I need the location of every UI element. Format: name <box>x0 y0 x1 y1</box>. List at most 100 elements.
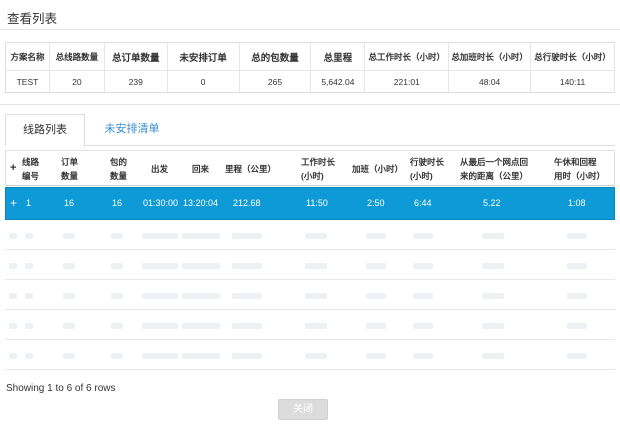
tab-bar: 线路列表 未安排清单 <box>5 114 615 147</box>
table-row[interactable] <box>5 220 615 250</box>
cell-return-distance: 5.22 <box>483 198 501 208</box>
placeholder-cell <box>25 293 33 299</box>
col-overtime: 加班（小时） <box>352 164 404 174</box>
summary-total-drive-hours: 140:11 <box>530 70 615 93</box>
placeholder-cell <box>482 323 504 329</box>
table-row[interactable]: + 1 16 16 01:30:00 13:20:04 212.68 11:50… <box>5 187 615 220</box>
placeholder-cell <box>305 263 327 269</box>
placeholder-cell <box>482 293 504 299</box>
summary-header-total-work-hours: 总工作时长（小时） <box>364 42 450 71</box>
placeholder-cell <box>482 263 504 269</box>
col-orders: 订单 数量 <box>61 157 79 181</box>
col-return-distance: 从最后一个网点回 来的距离（公里） <box>460 157 529 181</box>
cell-work-hours: 11:50 <box>306 198 328 208</box>
pagination-info: Showing 1 to 6 of 6 rows <box>6 383 116 394</box>
col-return: 回来 <box>192 164 210 174</box>
placeholder-cell <box>111 353 123 359</box>
placeholder-cell <box>366 263 386 269</box>
placeholder-cell <box>366 293 386 299</box>
summary-header-total-routes: 总线路数量 <box>49 42 105 71</box>
cell-return: 13:20:04 <box>183 198 219 208</box>
placeholder-cell <box>232 323 262 329</box>
placeholder-cell <box>9 233 17 239</box>
placeholder-cell <box>413 293 433 299</box>
placeholder-cell <box>413 263 433 269</box>
placeholder-cell <box>232 293 262 299</box>
divider <box>0 104 620 105</box>
placeholder-cell <box>567 263 587 269</box>
col-mileage: 里程（公里） <box>225 164 277 174</box>
table-row[interactable] <box>5 250 615 280</box>
placeholder-cell <box>63 323 75 329</box>
summary-total-work-hours: 221:01 <box>364 70 450 93</box>
placeholder-cell <box>182 293 220 299</box>
expand-all-icon[interactable]: + <box>10 161 16 175</box>
expand-row-icon[interactable]: + <box>10 196 17 210</box>
summary-total-mileage: 5,642.04 <box>310 70 366 93</box>
cell-rest-return-time: 1:08 <box>568 198 586 208</box>
summary-header-total-orders: 总订单数量 <box>104 42 168 71</box>
placeholder-cell <box>142 293 178 299</box>
placeholder-cell <box>305 233 327 239</box>
close-button[interactable]: 关闭 <box>278 399 328 420</box>
placeholder-cell <box>182 233 220 239</box>
placeholder-cell <box>63 293 75 299</box>
summary-header-row: 方案名称 总线路数量 总订单数量 未安排订单 总的包数量 总里程 总工作时长（小… <box>5 42 615 71</box>
table-row[interactable] <box>5 280 615 310</box>
placeholder-cell <box>413 323 433 329</box>
summary-value-row: TEST 20 239 0 265 5,642.04 221:01 48:04 … <box>5 70 615 93</box>
placeholder-cell <box>482 353 504 359</box>
placeholder-cell <box>182 353 220 359</box>
placeholder-cell <box>111 323 123 329</box>
placeholder-cell <box>111 293 123 299</box>
cell-depart: 01:30:00 <box>143 198 179 208</box>
col-route-no: 线路 编号 <box>22 157 40 181</box>
placeholder-cell <box>9 353 17 359</box>
col-work-hours: 工作时长 (小时) <box>301 157 336 181</box>
placeholder-cell <box>413 233 433 239</box>
placeholder-cell <box>366 353 386 359</box>
placeholder-cell <box>9 263 17 269</box>
summary-unscheduled-orders: 0 <box>167 70 240 93</box>
placeholder-cell <box>232 233 262 239</box>
placeholder-cell <box>567 323 587 329</box>
placeholder-cell <box>63 233 75 239</box>
placeholder-cell <box>232 263 262 269</box>
route-table: + 线路 编号 订单 数量 包的 数量 出发 回来 里程（公里） 工作时长 (小时) 加… <box>5 150 615 370</box>
summary-total-routes: 20 <box>49 70 105 93</box>
col-rest-return-time: 午休和回程 用时（小时） <box>554 157 606 181</box>
cell-orders: 16 <box>64 198 75 208</box>
cell-packs: 16 <box>112 198 123 208</box>
summary-header-total-packs: 总的包数量 <box>239 42 312 71</box>
placeholder-cell <box>25 353 33 359</box>
summary-header-total-mileage: 总里程 <box>310 42 366 71</box>
tab-unscheduled-list[interactable]: 未安排清单 <box>87 114 177 146</box>
placeholder-cell <box>63 263 75 269</box>
placeholder-cell <box>482 233 504 239</box>
col-packs: 包的 数量 <box>110 157 128 181</box>
summary-table: 方案名称 总线路数量 总订单数量 未安排订单 总的包数量 总里程 总工作时长（小… <box>5 42 615 93</box>
summary-plan-name: TEST <box>5 70 50 93</box>
summary-header-total-overtime: 总加班时长（小时） <box>448 42 532 71</box>
tab-route-list[interactable]: 线路列表 <box>5 114 85 147</box>
placeholder-cell <box>182 263 220 269</box>
placeholder-cell <box>567 293 587 299</box>
placeholder-cell <box>413 353 433 359</box>
summary-header-unscheduled-orders: 未安排订单 <box>167 42 240 71</box>
placeholder-cell <box>567 233 587 239</box>
summary-total-orders: 239 <box>104 70 168 93</box>
placeholder-cell <box>182 323 220 329</box>
route-table-header: + 线路 编号 订单 数量 包的 数量 出发 回来 里程（公里） 工作时长 (小时) 加… <box>5 150 615 186</box>
placeholder-cell <box>25 323 33 329</box>
placeholder-cell <box>63 353 75 359</box>
dialog-title-bar: 查看列表 <box>0 0 620 30</box>
summary-header-total-drive-hours: 总行驶时长（小时） <box>530 42 615 71</box>
cell-mileage: 212.68 <box>233 198 261 208</box>
table-row[interactable] <box>5 310 615 340</box>
table-row[interactable] <box>5 340 615 370</box>
summary-header-plan-name: 方案名称 <box>5 42 50 71</box>
placeholder-cell <box>9 323 17 329</box>
placeholder-cell <box>142 263 178 269</box>
placeholder-cell <box>142 353 178 359</box>
placeholder-cell <box>111 263 123 269</box>
